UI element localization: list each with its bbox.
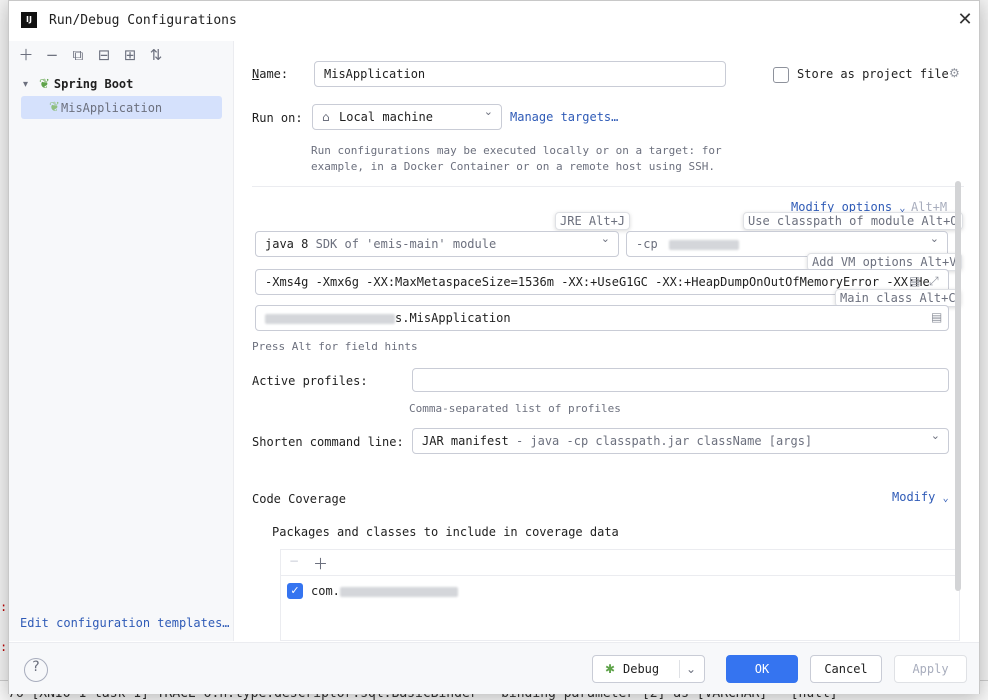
chevron-down-icon: ⌄ [600, 232, 610, 245]
active-profiles-field[interactable] [412, 368, 949, 392]
chevron-down-icon: ▾ [23, 78, 29, 90]
package-entry-prefix: com. [311, 584, 340, 598]
cancel-button[interactable]: Cancel [810, 655, 882, 683]
manage-targets-link[interactable]: Manage targets… [510, 110, 618, 124]
copy-icon[interactable]: ⧉ [67, 45, 89, 65]
run-on-label: Run on: [252, 111, 303, 125]
package-entry: com. [311, 584, 458, 598]
split-divider [679, 660, 680, 678]
field-hints-note: Press Alt for field hints [252, 340, 418, 353]
ide-background-right [980, 0, 988, 700]
title-bar: IJ Run/Debug Configurations ✕ [9, 1, 979, 41]
chevron-down-icon: ⌄ [930, 429, 940, 442]
coverage-packages-list: − ＋ ✓ com. [280, 549, 960, 641]
package-entry-checkbox[interactable]: ✓ [287, 583, 303, 599]
shorten-value: JAR manifest [422, 434, 509, 448]
configuration-editor: Name: MisApplication SStore as project f… [235, 41, 979, 641]
redacted-module [668, 239, 739, 250]
spring-boot-icon: ❦ [39, 76, 50, 92]
intellij-icon: IJ [21, 12, 37, 28]
configurations-tree-pane: ＋ − ⧉ ⊟ ⊞ ⇅ ▾ ❦ Spring Boot ❦ MisApplica… [9, 41, 234, 641]
help-button[interactable]: ? [24, 658, 48, 682]
ok-button[interactable]: OK [726, 655, 798, 683]
tree-item-label: MisApplication [61, 100, 163, 115]
name-label: Name: [252, 67, 289, 81]
sort-icon[interactable]: ⇅ [145, 45, 167, 65]
home-icon: ⌂ [322, 110, 330, 124]
shorten-command-line-label: Shorten command line: [252, 435, 404, 449]
section-divider [252, 186, 964, 187]
run-on-hint-line-1: Run configurations may be executed local… [311, 144, 722, 157]
classpath-tooltip: Use classpath of module Alt+O [743, 212, 963, 230]
remove-icon[interactable]: − [289, 554, 299, 568]
shorten-suffix: - java -cp classpath.jar className [args… [515, 434, 813, 448]
redacted-package-name [339, 586, 458, 597]
remove-icon[interactable]: − [41, 45, 63, 65]
run-on-hint-line-2: example, in a Docker Container or on a r… [311, 160, 715, 173]
chevron-down-icon[interactable]: ⌄ [686, 662, 696, 676]
store-as-project-file-checkbox[interactable] [773, 67, 789, 83]
tree-group-label: Spring Boot [53, 77, 134, 91]
coverage-modify-label: Modify [892, 490, 936, 504]
jre-dropdown[interactable]: java 8 SDK of 'emis-main' module ⌄ [255, 231, 619, 257]
run-debug-dialog: IJ Run/Debug Configurations ✕ ＋ − ⧉ ⊟ ⊞ … [8, 0, 980, 694]
add-icon[interactable]: ＋ [15, 45, 37, 65]
spring-boot-icon: ❦ [49, 100, 60, 115]
folder-icon[interactable]: ⊞ [119, 45, 141, 65]
apply-button[interactable]: Apply [894, 655, 967, 683]
vm-options-value: -Xms4g -Xmx6g -XX:MaxMetaspaceSize=1536m… [265, 275, 930, 289]
run-on-value: Local machine [339, 110, 433, 124]
classpath-value: -cp [636, 237, 658, 251]
tree-toolbar: ＋ − ⧉ ⊟ ⊞ ⇅ [15, 45, 167, 65]
active-profiles-hint: Comma-separated list of profiles [409, 402, 621, 415]
chevron-down-icon: ⌄ [942, 493, 949, 504]
redacted-package [265, 313, 395, 324]
bug-icon: ✱ [605, 662, 616, 676]
store-label-text: Store as project file [797, 67, 949, 81]
tree-group-spring-boot[interactable]: ▾ ❦ Spring Boot [23, 74, 133, 94]
main-class-field[interactable]: s.MisApplication [255, 305, 949, 331]
ide-background-left: : : [0, 0, 8, 700]
chevron-down-icon: ⌄ [483, 105, 493, 118]
expand-diagonal-icon[interactable]: ⤢ [929, 274, 939, 289]
store-as-project-file-label[interactable]: SStore as project file [797, 67, 949, 81]
tree-item-misapplication[interactable]: ❦ MisApplication [21, 96, 222, 119]
browse-icon[interactable]: ▤ [931, 310, 942, 324]
code-coverage-heading: Code Coverage [252, 492, 346, 506]
close-button[interactable]: ✕ [955, 11, 975, 31]
gear-icon[interactable]: ⚙ [949, 66, 960, 80]
coverage-modify-link[interactable]: Modify ⌄ [892, 490, 949, 504]
jre-suffix: SDK of 'emis-main' module [315, 237, 497, 251]
coverage-toolbar: − ＋ [281, 550, 959, 576]
chevron-down-icon: ⌄ [929, 232, 939, 245]
add-icon[interactable]: ＋ [313, 553, 328, 574]
run-on-dropdown[interactable]: ⌂ Local machine ⌄ [312, 104, 502, 130]
save-icon[interactable]: ⊟ [93, 45, 115, 65]
scrollbar[interactable] [955, 181, 961, 591]
name-field[interactable]: MisApplication [314, 61, 726, 87]
packages-label: Packages and classes to include in cover… [272, 525, 619, 539]
dialog-title: Run/Debug Configurations [49, 13, 237, 28]
jre-tooltip: JRE Alt+J [555, 212, 631, 230]
main-class-value: s.MisApplication [395, 311, 511, 325]
shorten-command-line-dropdown[interactable]: JAR manifest - java -cp classpath.jar cl… [412, 428, 949, 454]
expand-field-icon[interactable]: ▤ [909, 274, 920, 288]
edit-configuration-templates-link[interactable]: Edit configuration templates… [20, 616, 230, 630]
dialog-button-bar: ? ✱ Debug ⌄ OK Cancel Apply [9, 642, 979, 694]
active-profiles-label: Active profiles: [252, 374, 368, 388]
debug-label: Debug [623, 662, 660, 676]
jre-value: java 8 [265, 237, 309, 251]
debug-button[interactable]: ✱ Debug ⌄ [592, 655, 705, 683]
